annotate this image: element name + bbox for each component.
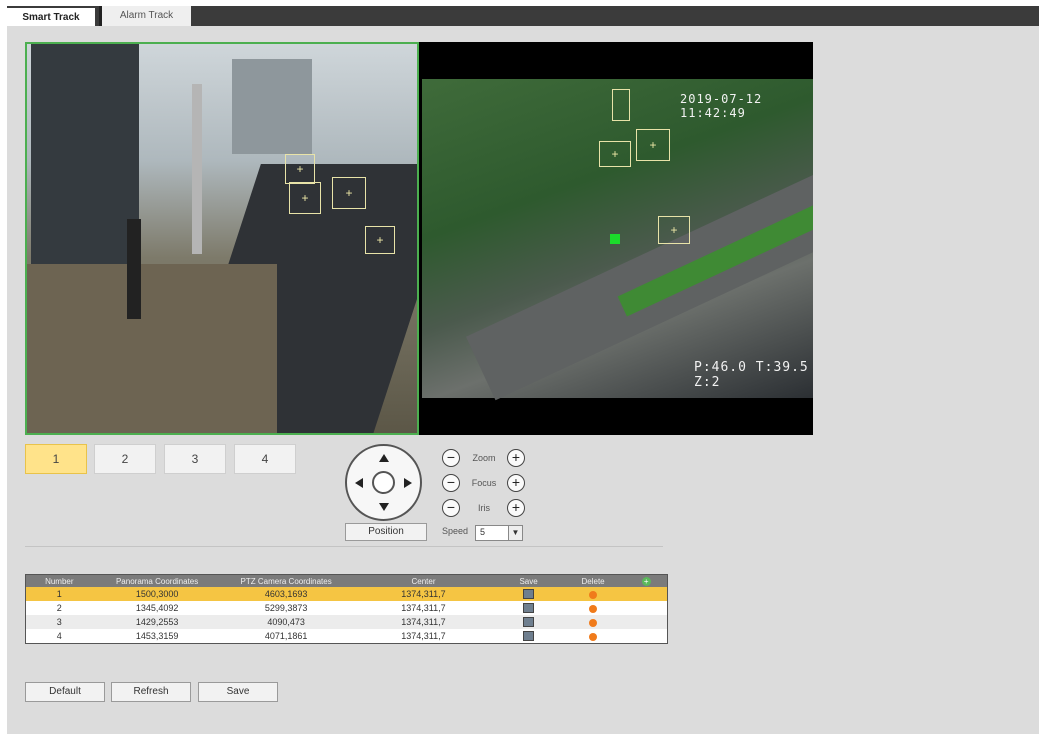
track-box: +	[658, 216, 690, 244]
delete-icon[interactable]	[589, 590, 598, 599]
chevron-down-icon[interactable]: ▼	[508, 526, 522, 540]
cell-number: 1	[25, 587, 93, 601]
track-box	[612, 89, 630, 121]
cell-number: 2	[25, 601, 93, 615]
cell-panorama: 1453,3159	[92, 629, 222, 644]
tab-bar: Smart Track Alarm Track	[7, 6, 1039, 26]
tab-smart-track[interactable]: Smart Track	[7, 6, 95, 26]
cell-ptz: 4071,1861	[221, 629, 351, 644]
cell-ptz: 4090,473	[221, 615, 351, 629]
save-icon[interactable]	[523, 617, 535, 628]
focus-label: Focus	[471, 478, 497, 488]
position-button[interactable]: Position	[345, 523, 427, 541]
iris-label: Iris	[478, 503, 490, 513]
zoom-label: Zoom	[472, 453, 496, 463]
camera-pole	[192, 84, 202, 254]
header-ptz: PTZ Camera Coordinates	[221, 574, 351, 587]
preset-button-3[interactable]: 3	[164, 444, 226, 474]
zoom-out-icon[interactable]: −	[442, 449, 460, 467]
zoom-in-icon[interactable]: +	[507, 449, 525, 467]
cell-center: 1374,311,7	[350, 601, 497, 615]
delete-icon[interactable]	[589, 618, 598, 627]
header-add: +	[625, 574, 668, 587]
panorama-view[interactable]: + + + +	[25, 42, 419, 435]
cell-center: 1374,311,7	[350, 615, 497, 629]
direction-pad	[345, 444, 422, 521]
cell-panorama: 1345,4092	[92, 601, 222, 615]
delete-icon[interactable]	[589, 604, 598, 613]
delete-icon[interactable]	[589, 632, 598, 641]
speed-label: Speed	[442, 526, 469, 536]
focus-plus-icon[interactable]: +	[507, 474, 525, 492]
add-icon[interactable]: +	[641, 576, 651, 586]
cell-number: 3	[25, 615, 93, 629]
track-box: +	[636, 129, 670, 161]
cell-panorama: 1500,3000	[92, 587, 222, 601]
table-row[interactable]: 2 1345,4092 5299,3873 1374,311,7	[25, 601, 668, 615]
cell-number: 4	[25, 629, 93, 644]
preset-button-1[interactable]: 1	[25, 444, 87, 474]
dpad-center-button[interactable]	[372, 471, 395, 494]
save-button[interactable]: Save	[198, 682, 278, 702]
cell-ptz: 5299,3873	[221, 601, 351, 615]
cell-panorama: 1429,2553	[92, 615, 222, 629]
rooftop-floor	[27, 264, 277, 433]
iris-plus-icon[interactable]: +	[507, 499, 525, 517]
ptz-view[interactable]: + + + 2019-07-12 11:42:49 P:46.0 T:39.5 …	[422, 42, 813, 435]
save-icon[interactable]	[523, 603, 535, 614]
save-icon[interactable]	[523, 589, 535, 600]
divider	[25, 546, 663, 547]
tab-alarm-track[interactable]: Alarm Track	[99, 6, 191, 26]
table-row[interactable]: 3 1429,2553 4090,473 1374,311,7	[25, 615, 668, 629]
pan-left-arrow-icon[interactable]	[355, 478, 363, 488]
table-row[interactable]: 1 1500,3000 4603,1693 1374,311,7	[25, 587, 668, 601]
preset-button-2[interactable]: 2	[94, 444, 156, 474]
track-box: +	[289, 182, 321, 214]
green-marker	[610, 234, 620, 244]
save-icon[interactable]	[523, 631, 535, 642]
pan-down-arrow-icon[interactable]	[379, 503, 389, 511]
default-button[interactable]: Default	[25, 682, 105, 702]
track-box: +	[332, 177, 366, 209]
iris-minus-icon[interactable]: −	[442, 499, 460, 517]
speed-select[interactable]: 5 ▼	[475, 525, 523, 541]
pan-up-arrow-icon[interactable]	[379, 454, 389, 462]
track-box: +	[599, 141, 631, 167]
focus-minus-icon[interactable]: −	[442, 474, 460, 492]
track-box: +	[285, 154, 315, 184]
video-area: + + + + + + + 2019-07-12 11:42:49 P:46.0…	[25, 42, 813, 435]
speed-value: 5	[480, 527, 486, 537]
track-box: +	[365, 226, 395, 254]
ptz-image: + + +	[422, 79, 813, 401]
header-save: Save	[496, 574, 561, 587]
pan-right-arrow-icon[interactable]	[404, 478, 412, 488]
coordinates-table: Number Panorama Coordinates PTZ Camera C…	[25, 574, 668, 644]
pole-base	[127, 219, 141, 319]
table-row[interactable]: 4 1453,3159 4071,1861 1374,311,7	[25, 629, 668, 644]
refresh-button[interactable]: Refresh	[111, 682, 191, 702]
preset-button-4[interactable]: 4	[234, 444, 296, 474]
tower-building	[232, 59, 312, 154]
timestamp-osd: 2019-07-12 11:42:49	[680, 92, 763, 120]
header-delete: Delete	[560, 574, 626, 587]
header-center: Center	[350, 574, 497, 587]
header-number: Number	[25, 574, 93, 587]
cell-center: 1374,311,7	[350, 587, 497, 601]
cell-center: 1374,311,7	[350, 629, 497, 644]
cell-ptz: 4603,1693	[221, 587, 351, 601]
ptz-position-osd: P:46.0 T:39.5 Z:2	[694, 360, 809, 390]
header-panorama: Panorama Coordinates	[92, 574, 222, 587]
table-header-row: Number Panorama Coordinates PTZ Camera C…	[25, 574, 668, 587]
